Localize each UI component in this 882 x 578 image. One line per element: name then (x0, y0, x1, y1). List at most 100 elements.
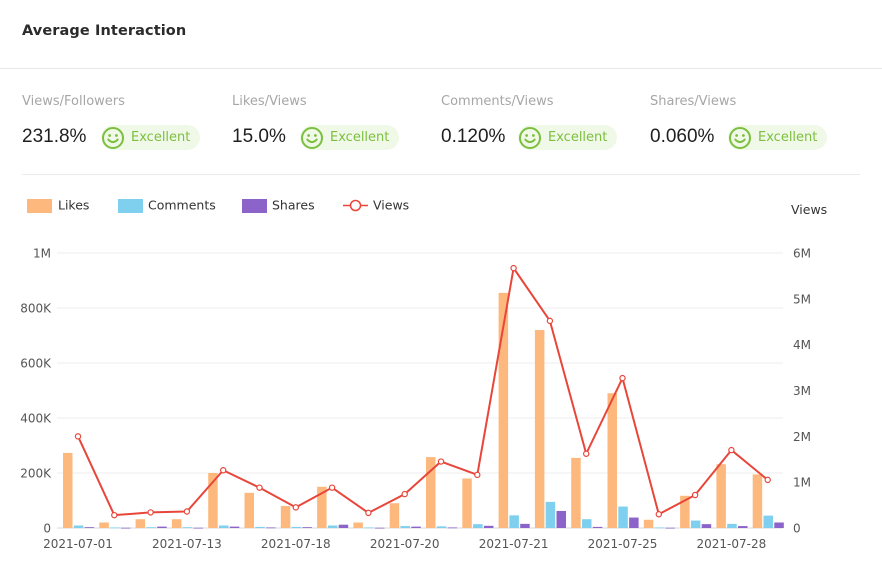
x-axis-tick-label: 2021-07-21 (479, 537, 549, 551)
rating-badge: Excellent (728, 125, 828, 150)
rating-badge: Excellent (101, 125, 201, 150)
views-point (474, 471, 481, 479)
card-header: Average Interaction (0, 0, 882, 69)
comments-bar (255, 526, 265, 528)
left-axis-tick-label: 800K (20, 302, 52, 316)
metric-value: 231.8% (22, 126, 87, 147)
chart-svg: Likes Comments Shares Views Views 0 200K 4… (20, 198, 827, 552)
smile-icon (729, 126, 751, 149)
views-point (183, 508, 191, 515)
views-point (437, 458, 445, 465)
legend-swatch-comments (118, 199, 143, 213)
shares-bar (193, 527, 203, 529)
comments-bar (473, 524, 483, 528)
likes-bar (752, 474, 763, 528)
likes-bar (716, 464, 726, 528)
metric-value: 0.060% (650, 126, 715, 147)
views-point (256, 484, 263, 491)
legend-item-shares[interactable]: Shares (242, 198, 315, 214)
shares-bar (665, 527, 675, 529)
shares-bar (738, 526, 748, 528)
shares-bar (629, 517, 639, 528)
likes-bar (135, 519, 146, 528)
x-axis-tick-label: 2021-07-28 (697, 537, 767, 551)
x-axis-tick-label: 2021-07-01 (43, 537, 113, 551)
comments-bar (545, 501, 556, 528)
views-point (219, 467, 227, 474)
right-axis-tick-label: 5M (793, 292, 811, 306)
likes-bar (99, 522, 109, 528)
right-axis-title: Views (791, 202, 827, 217)
comments-bar (690, 520, 701, 528)
views-point (691, 491, 699, 499)
right-axis-tick-label: 6M (793, 247, 811, 261)
likes-bar (462, 478, 472, 528)
views-point (74, 433, 82, 440)
views-point (328, 484, 336, 491)
comments-bar (763, 515, 773, 528)
comments-bar (146, 527, 156, 528)
left-axis-tick-label: 400K (20, 412, 52, 426)
left-axis-tick-label: 1M (33, 247, 51, 261)
shares-bar (84, 527, 95, 528)
comments-bar (364, 527, 374, 529)
left-axis-tick-label: 600K (20, 357, 52, 371)
comments-bar (73, 525, 84, 528)
comments-bar (436, 526, 447, 528)
left-axis-tick-label: 200K (20, 467, 52, 481)
bar-series (63, 292, 784, 529)
x-axis-tick-label: 2021-07-18 (261, 537, 331, 551)
right-axis-tick-label: 3M (793, 384, 811, 398)
shares-bar (774, 522, 784, 528)
comments-bar (110, 527, 120, 529)
views-point (583, 450, 590, 457)
shares-bar (483, 525, 494, 528)
likes-bar (353, 522, 363, 528)
likes-bar (244, 492, 254, 528)
rating-text: Excellent (330, 130, 390, 145)
likes-bar (389, 503, 400, 528)
views-point (401, 490, 408, 498)
grid-lines (57, 252, 783, 529)
shares-bar (701, 524, 712, 528)
right-axis: 0 1M 2M 3M 4M 5M 6M (793, 247, 811, 536)
likes-bar (534, 330, 545, 528)
shares-bar (229, 526, 240, 528)
comments-bar (654, 527, 665, 529)
rating-text: Excellent (758, 130, 818, 145)
legend-label-likes: Likes (58, 198, 89, 213)
views-point (111, 511, 118, 519)
likes-bar (607, 393, 617, 528)
legend-swatch-likes (27, 199, 52, 213)
shares-bar (556, 510, 566, 528)
likes-bar (280, 506, 291, 528)
likes-bar (171, 519, 182, 528)
likes-bar (571, 457, 581, 528)
comments-bar (618, 506, 628, 528)
rating-badge: Excellent (518, 125, 618, 150)
left-axis-tick-label: 0 (43, 522, 51, 536)
shares-bar (302, 527, 312, 528)
metric-label: Likes/Views (232, 94, 307, 109)
shares-bar (266, 527, 276, 529)
legend-item-comments[interactable]: Comments (118, 198, 216, 214)
comments-bar (182, 527, 193, 528)
metric-label: Comments/Views (441, 94, 554, 109)
views-point (365, 509, 372, 517)
card-title: Average Interaction (22, 23, 187, 39)
views-point (147, 509, 154, 516)
legend-marker-views (349, 199, 362, 212)
comments-bar (582, 519, 592, 528)
metric-value: 0.120% (441, 126, 506, 147)
likes-bar (643, 519, 654, 528)
legend-item-likes[interactable]: Likes (27, 198, 89, 214)
metric-label: Shares/Views (650, 94, 737, 109)
metric-label: Views/Followers (22, 94, 125, 109)
shares-bar (592, 526, 603, 528)
interaction-chart: Likes Comments Shares Views Views 0 200K 4… (0, 180, 882, 574)
left-axis: 0 200K 400K 600K 800K 1M (20, 247, 52, 536)
comments-bar (291, 526, 302, 528)
shares-bar (411, 526, 421, 528)
legend-swatch-shares (242, 199, 267, 213)
legend-item-views[interactable]: Views (343, 198, 409, 213)
